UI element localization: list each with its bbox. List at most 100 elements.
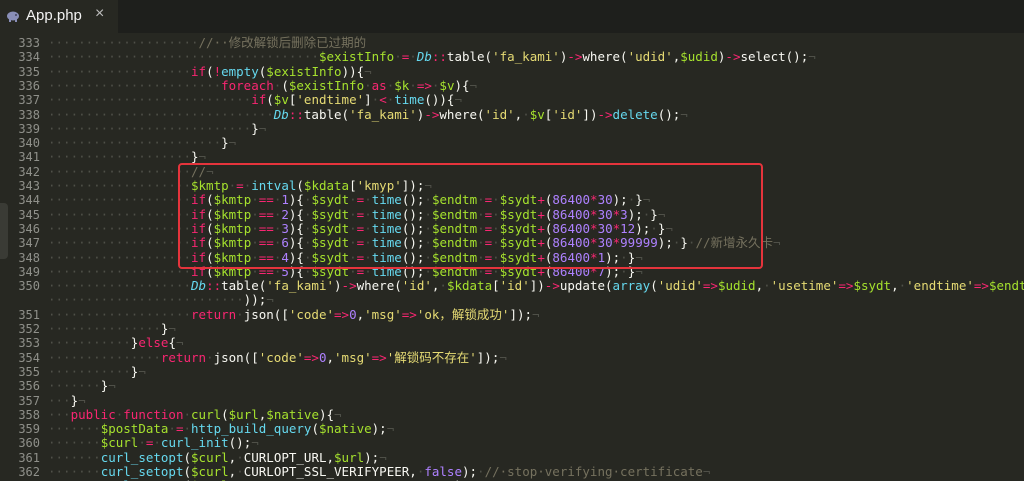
code-token: ¬ xyxy=(364,63,372,79)
code-token: ······························ xyxy=(48,106,274,122)
code-token: ( xyxy=(650,278,658,294)
code-token: => xyxy=(416,77,432,93)
code-token: => xyxy=(973,278,989,294)
code-token: $udid xyxy=(680,49,718,65)
code-token: curl_setopt xyxy=(100,449,184,465)
code-token: => xyxy=(702,278,718,294)
code-token: $sydt xyxy=(853,278,892,294)
line-number: 355 xyxy=(18,364,40,379)
code-token: ¬ xyxy=(175,335,184,351)
code-line: ·······················foreach · ($existIn… xyxy=(48,77,478,93)
code-token: as xyxy=(371,77,387,93)
code-token: ······················· xyxy=(48,77,222,93)
code-line: ···························}¬ xyxy=(48,120,266,136)
code-token: ¬ xyxy=(469,77,478,93)
close-icon[interactable]: × xyxy=(95,5,104,23)
code-token: 'usetime' xyxy=(770,278,839,294)
line-number: 339 xyxy=(18,121,40,136)
code-token: if xyxy=(251,92,267,108)
code-token: 'endtime' xyxy=(296,92,365,108)
code-token: ]); xyxy=(509,306,533,322)
line-number: 352 xyxy=(18,322,40,336)
code-token: curl xyxy=(191,406,222,422)
code-token: => xyxy=(303,349,319,365)
code-token: ··········· xyxy=(48,363,131,379)
code-token: ! xyxy=(213,63,222,79)
code-token: ··················· xyxy=(48,220,191,236)
code-token: ······· xyxy=(48,378,101,394)
code-token: ··· xyxy=(48,392,71,408)
code-token: , xyxy=(326,349,335,365)
code-token: · xyxy=(409,49,417,65)
code-line: ···················if(!empty($existInfo)… xyxy=(48,63,372,79)
tab-title: App.php xyxy=(26,7,82,24)
code-line: ·······$curl·=·curl_init();¬ xyxy=(48,436,259,450)
code-token: ¬ xyxy=(532,306,540,322)
line-number: 343 xyxy=(18,179,40,193)
code-token: table( xyxy=(303,106,350,122)
code-token: update( xyxy=(559,278,613,294)
code-token: ··················· xyxy=(48,278,191,294)
code-editor[interactable]: 333 334 335 336 337 338 339 340 341 342 343 344 345 3… xyxy=(0,33,1024,481)
code-token: ()){ xyxy=(424,92,455,108)
code-token: Db xyxy=(273,106,289,122)
code-token: ······················· xyxy=(48,135,222,151)
code-token: $existInfo xyxy=(318,49,395,65)
code-token: ¬ xyxy=(499,349,507,365)
code-token: ··················· xyxy=(48,63,191,79)
code-token: ··················· xyxy=(48,263,191,279)
code-token: 'id' xyxy=(499,278,530,294)
code-token: ( xyxy=(206,63,214,79)
line-number: 350 xyxy=(18,279,40,294)
code-token: · xyxy=(183,406,192,422)
code-token: ··············· xyxy=(48,349,161,365)
code-token: 'msg' xyxy=(364,306,402,322)
line-number: 353 xyxy=(18,336,40,351)
line-number: 356 xyxy=(18,379,40,394)
code-token: 'fa_kami' xyxy=(492,49,560,65)
code-token: $kdata xyxy=(446,278,493,294)
line-number: 349 xyxy=(18,264,40,279)
code-token: $url xyxy=(228,406,259,422)
code-token: '解锁码不存在' xyxy=(386,349,477,365)
code-token: , xyxy=(755,278,764,294)
code-token: ··················· xyxy=(48,163,191,179)
code-token: ( xyxy=(221,406,229,422)
code-token: ¬ xyxy=(78,392,86,408)
side-panel-handle[interactable] xyxy=(0,203,8,259)
code-token: -> xyxy=(567,49,583,65)
code-token: 'fa_kami' xyxy=(266,278,335,294)
code-token: $curl xyxy=(191,449,229,465)
line-number: 358 xyxy=(18,407,40,422)
line-number: 336 xyxy=(18,78,40,93)
code-line: ·······curl_setopt($curl,·CURLOPT_SSL_VE… xyxy=(48,465,710,479)
code-token: 'id' xyxy=(484,106,515,122)
tab-app-php[interactable]: App.php × xyxy=(0,0,118,33)
code-token: ¬ xyxy=(266,292,274,308)
code-token: CURLOPT_SSL_VERIFYPEER, xyxy=(243,464,417,479)
code-token: 'msg' xyxy=(334,349,372,365)
line-number: 333 xyxy=(18,36,40,50)
code-token: ·························· xyxy=(48,292,244,308)
code-token: · xyxy=(364,77,372,93)
code-line: ·······$postData·=·http_build_query($nat… xyxy=(48,422,394,436)
code-token: [ xyxy=(492,278,500,294)
code-token: ¬ xyxy=(108,378,116,394)
code-line: ···public·function·curl($url,$native){¬ xyxy=(48,406,342,422)
code-token: } xyxy=(251,120,259,136)
php-elephant-icon xyxy=(7,11,19,22)
code-token: ¬ xyxy=(702,464,711,479)
code-token: ······· xyxy=(48,421,101,437)
code-token: 'id' xyxy=(552,106,583,122)
code-token: $existInfo xyxy=(288,77,365,93)
code-token: false xyxy=(424,464,462,479)
code-token: , xyxy=(891,278,899,294)
code-token: ¬ xyxy=(808,49,816,65)
code-token: $postData xyxy=(100,421,169,437)
code-token: Db xyxy=(191,278,207,294)
code-token: Db xyxy=(416,49,432,65)
code-token: function xyxy=(123,406,184,422)
code-token: 'udid' xyxy=(627,49,673,65)
code-token: where( xyxy=(356,278,402,294)
code-token: select(); xyxy=(740,49,809,65)
